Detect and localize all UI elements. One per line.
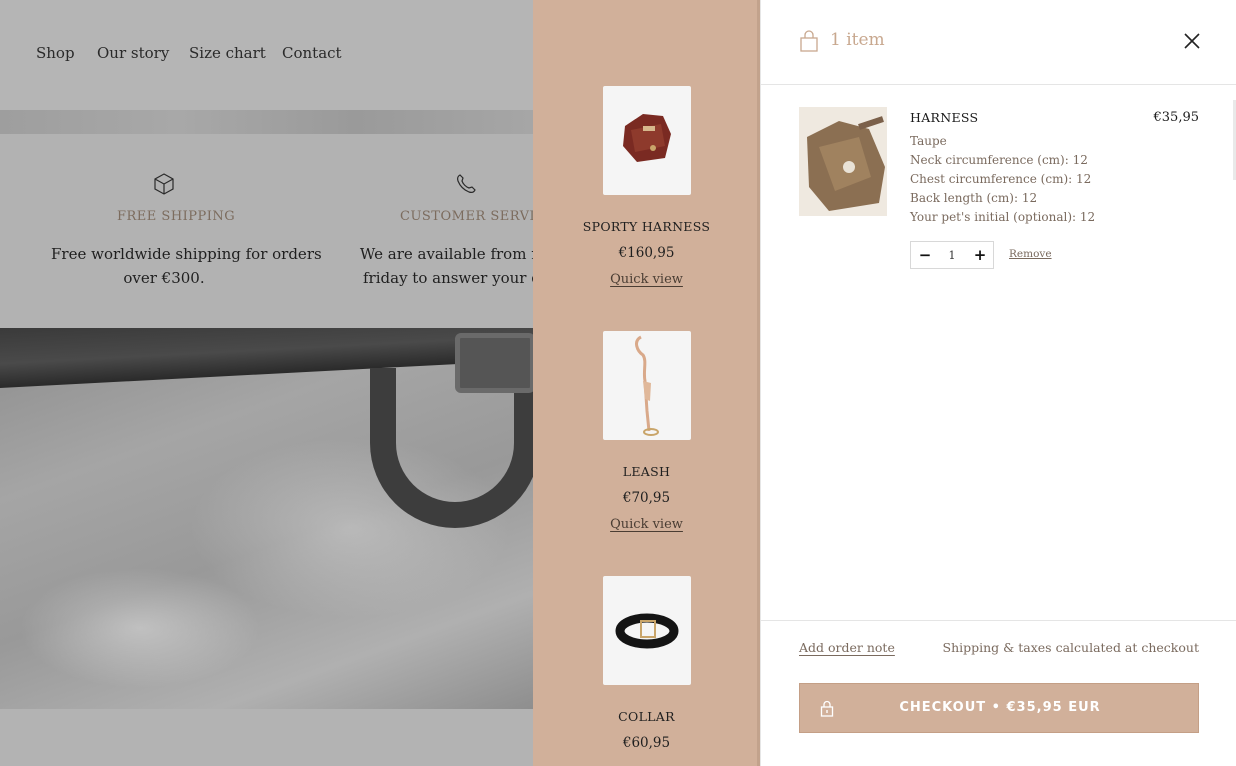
leash-image xyxy=(635,335,659,436)
line-item-property: Chest circumference (cm): 12 xyxy=(910,172,1092,186)
cart-line-item: HARNESS €35,95 Taupe Neck circumference … xyxy=(799,107,1199,287)
site-nav: Shop Our story Size chart Contact xyxy=(0,0,533,110)
quantity-input[interactable] xyxy=(939,242,965,268)
reco-product-name[interactable]: COLLAR xyxy=(533,709,760,724)
product-thumbnail[interactable] xyxy=(603,576,691,685)
nav-link-our-story[interactable]: Our story xyxy=(97,44,169,62)
feature-text-line: Free worldwide shipping for orders xyxy=(51,245,322,263)
reco-product-price: €160,95 xyxy=(618,245,675,261)
line-item-properties: Taupe Neck circumference (cm): 12 Chest … xyxy=(910,132,1095,227)
cart-footer: Add order note Shipping & taxes calculat… xyxy=(761,620,1236,766)
line-item-image[interactable] xyxy=(799,107,887,216)
background-page: Shop Our story Size chart Contact FREE S… xyxy=(0,0,533,766)
reco-product-price: €60,95 xyxy=(622,735,671,751)
quantity-stepper: − + xyxy=(910,241,994,269)
quick-view-link[interactable]: Quick view xyxy=(533,272,760,287)
recommendations-panel: SPORTY HARNESS €160,95 Quick view LEASH … xyxy=(533,0,760,766)
line-item-property: Neck circumference (cm): 12 xyxy=(910,153,1088,167)
harness-image xyxy=(623,114,671,162)
features-section: FREE SHIPPING Free worldwide shipping fo… xyxy=(0,134,533,328)
nav-link-shop[interactable]: Shop xyxy=(36,44,75,62)
nav-link-size-chart[interactable]: Size chart xyxy=(189,44,266,62)
line-item-property: Your pet's initial (optional): 12 xyxy=(910,210,1096,224)
feature-title: CUSTOMER SERVICE xyxy=(400,209,533,224)
cart-drawer: 1 item HARNESS €35,95 Taupe Neck circumf… xyxy=(760,0,1236,766)
close-icon[interactable] xyxy=(1181,30,1203,52)
product-thumbnail[interactable] xyxy=(603,86,691,195)
banner-strip xyxy=(0,110,533,134)
feature-text: Free worldwide shipping for orders over … xyxy=(51,242,322,290)
harness-taupe-image xyxy=(799,107,887,216)
line-item-property: Back length (cm): 12 xyxy=(910,191,1038,205)
shipping-note: Shipping & taxes calculated at checkout xyxy=(942,640,1199,655)
checkout-button[interactable]: CHECKOUT • €35,95 EUR xyxy=(799,683,1199,733)
reco-product-price: €70,95 xyxy=(622,490,671,506)
page-bottom xyxy=(0,709,533,766)
line-item-title[interactable]: HARNESS xyxy=(910,110,978,125)
checkout-label: CHECKOUT • €35,95 EUR xyxy=(899,700,1101,715)
line-item-price: €35,95 xyxy=(1153,110,1200,125)
line-item-property: Taupe xyxy=(910,134,947,148)
decrease-quantity-button[interactable]: − xyxy=(911,242,939,268)
remove-item-link[interactable]: Remove xyxy=(1009,248,1052,260)
cart-header: 1 item xyxy=(761,0,1236,85)
feature-text-line: We are available from mon xyxy=(359,245,533,263)
shopping-bag-icon xyxy=(800,30,818,52)
quick-view-link[interactable]: Quick view xyxy=(533,517,760,532)
photo-buckle xyxy=(455,333,533,393)
increase-quantity-button[interactable]: + xyxy=(966,242,994,268)
feature-text-line: over €300. xyxy=(123,269,205,287)
collar-image xyxy=(615,613,679,649)
phone-icon xyxy=(457,174,476,193)
feature-title: FREE SHIPPING xyxy=(117,209,236,224)
feature-text-line: friday to answer your ques xyxy=(363,269,533,287)
feature-text: We are available from mon friday to answ… xyxy=(357,242,533,290)
add-order-note-link[interactable]: Add order note xyxy=(799,640,895,655)
box-icon xyxy=(154,173,174,195)
nav-link-contact[interactable]: Contact xyxy=(282,44,342,62)
hero-photo xyxy=(0,328,533,709)
cart-item-count: 1 item xyxy=(830,30,885,50)
reco-product-name[interactable]: SPORTY HARNESS xyxy=(533,219,760,234)
reco-product-name[interactable]: LEASH xyxy=(533,464,760,479)
product-thumbnail[interactable] xyxy=(603,331,691,440)
